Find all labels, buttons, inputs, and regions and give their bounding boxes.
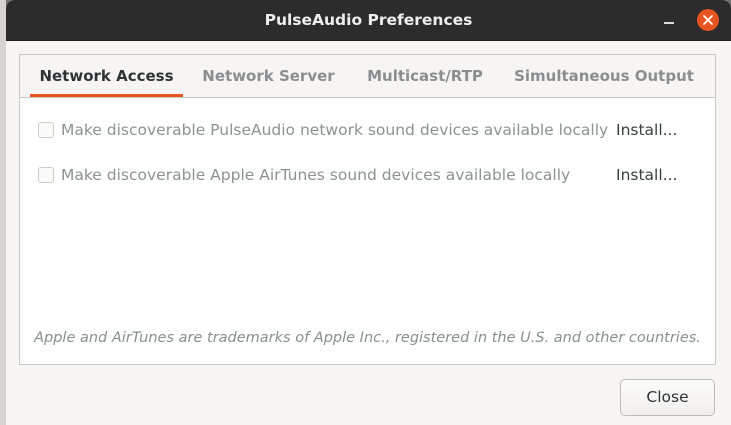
- tab-network-server[interactable]: Network Server: [196, 55, 341, 97]
- option-row-airtunes: Make discoverable Apple AirTunes sound d…: [20, 162, 715, 192]
- tab-network-access[interactable]: Network Access: [30, 55, 183, 97]
- install-airtunes-button[interactable]: Install...: [616, 162, 696, 188]
- pulseaudio-discover-label: Make discoverable PulseAudio network sou…: [61, 121, 609, 139]
- trademark-notice: Apple and AirTunes are trademarks of App…: [34, 330, 701, 346]
- option-row-pulseaudio: Make discoverable PulseAudio network sou…: [20, 117, 715, 147]
- install-pulseaudio-button[interactable]: Install...: [616, 117, 696, 143]
- tab-simultaneous-output[interactable]: Simultaneous Output: [509, 55, 699, 97]
- tab-multicast-rtp[interactable]: Multicast/RTP: [360, 55, 490, 97]
- window-title: PulseAudio Preferences: [264, 11, 473, 29]
- preferences-dialog: PulseAudio Preferences Network Access Ne…: [6, 0, 731, 425]
- minimize-button[interactable]: [658, 9, 680, 31]
- minimize-icon: [664, 22, 674, 24]
- airtunes-discover-label: Make discoverable Apple AirTunes sound d…: [61, 166, 571, 184]
- tab-bar: Network Access Network Server Multicast/…: [20, 55, 715, 98]
- notebook-panel: Network Access Network Server Multicast/…: [19, 54, 716, 365]
- close-button[interactable]: Close: [620, 379, 715, 416]
- airtunes-discover-checkbox[interactable]: [38, 167, 54, 183]
- window-close-button[interactable]: [697, 9, 719, 31]
- title-bar[interactable]: PulseAudio Preferences: [6, 0, 731, 41]
- close-icon: [703, 15, 713, 25]
- pulseaudio-discover-checkbox[interactable]: [38, 122, 54, 138]
